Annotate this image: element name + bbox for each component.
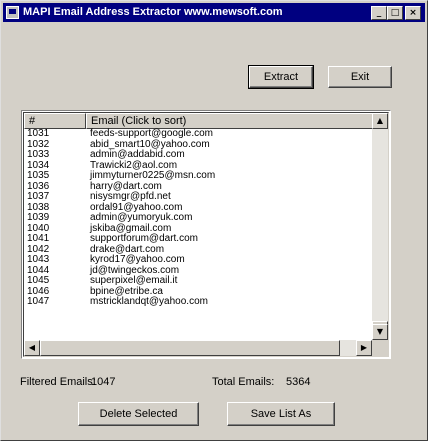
row-email: jimmyturner0225@msn.com bbox=[90, 170, 216, 181]
app-icon[interactable] bbox=[6, 6, 19, 19]
minimize-button[interactable]: _ bbox=[371, 6, 387, 20]
table-row[interactable]: 1041 supportforum@dart.com bbox=[24, 233, 374, 245]
row-number: 1041 bbox=[27, 233, 50, 244]
row-number: 1035 bbox=[27, 170, 50, 181]
vertical-scrollbar[interactable]: ▲ ▼ bbox=[372, 113, 388, 340]
maximize-button[interactable]: □ bbox=[387, 6, 403, 20]
table-row[interactable]: 1040 jskiba@gmail.com bbox=[24, 223, 374, 235]
row-email: supportforum@dart.com bbox=[90, 233, 198, 244]
row-email: admin@yumoryuk.com bbox=[90, 212, 193, 223]
table-row[interactable]: 1033 admin@addabid.com bbox=[24, 149, 374, 161]
total-emails-value: 5364 bbox=[286, 376, 311, 388]
row-number: 1039 bbox=[27, 212, 50, 223]
table-row[interactable]: 1038 ordal91@yahoo.com bbox=[24, 202, 374, 214]
row-email: superpixel@email.it bbox=[90, 275, 178, 286]
title-bar[interactable]: MAPI Email Address Extractor www.mewsoft… bbox=[3, 3, 425, 22]
filtered-emails-value: 1047 bbox=[91, 376, 116, 388]
save-list-button[interactable]: Save List As bbox=[227, 402, 335, 426]
row-number: 1031 bbox=[27, 128, 50, 139]
exit-button[interactable]: Exit bbox=[328, 66, 392, 88]
column-header-number[interactable]: # bbox=[24, 113, 86, 129]
main-window: MAPI Email Address Extractor www.mewsoft… bbox=[0, 0, 428, 441]
table-row[interactable]: 1031 feeds-support@google.com bbox=[24, 128, 374, 140]
email-list-viewport: # Email (Click to sort) 1031 feeds-suppor… bbox=[23, 112, 389, 357]
table-row[interactable]: 1037 nisysmgr@pfd.net bbox=[24, 191, 374, 203]
table-row[interactable]: 1042 drake@dart.com bbox=[24, 244, 374, 256]
table-row[interactable]: 1039 admin@yumoryuk.com bbox=[24, 212, 374, 224]
horizontal-scrollbar[interactable]: ◀ ▶ bbox=[24, 340, 372, 356]
window-title: MAPI Email Address Extractor www.mewsoft… bbox=[23, 6, 283, 18]
row-number: 1037 bbox=[27, 191, 50, 202]
row-number: 1047 bbox=[27, 296, 50, 307]
row-number: 1045 bbox=[27, 275, 50, 286]
close-button[interactable]: × bbox=[405, 6, 421, 20]
scroll-down-button[interactable]: ▼ bbox=[372, 324, 388, 340]
row-number: 1043 bbox=[27, 254, 50, 265]
scroll-right-button[interactable]: ▶ bbox=[356, 340, 372, 356]
scrollbar-corner bbox=[372, 340, 388, 356]
table-row[interactable]: 1043 kyrod17@yahoo.com bbox=[24, 254, 374, 266]
table-row[interactable]: 1035 jimmyturner0225@msn.com bbox=[24, 170, 374, 182]
extract-button[interactable]: Extract bbox=[248, 65, 314, 89]
row-email: nisysmgr@pfd.net bbox=[90, 191, 171, 202]
scroll-up-button[interactable]: ▲ bbox=[372, 113, 388, 129]
scroll-left-button[interactable]: ◀ bbox=[24, 340, 40, 356]
filtered-emails-label: Filtered Emails: bbox=[20, 376, 96, 388]
table-row[interactable]: 1032 abid_smart10@yahoo.com bbox=[24, 139, 374, 151]
row-email: admin@addabid.com bbox=[90, 149, 185, 160]
email-list[interactable]: # Email (Click to sort) 1031 feeds-suppor… bbox=[21, 110, 391, 359]
row-number: 1033 bbox=[27, 149, 50, 160]
table-row[interactable]: 1036 harry@dart.com bbox=[24, 181, 374, 193]
table-row[interactable]: 1047 mstricklandqt@yahoo.com bbox=[24, 296, 374, 308]
total-emails-label: Total Emails: bbox=[212, 376, 275, 388]
email-rows: 1031 feeds-support@google.com 1032 abid_sma… bbox=[24, 128, 374, 308]
table-row[interactable]: 1044 jd@twingeckos.com bbox=[24, 265, 374, 277]
column-header-email[interactable]: Email (Click to sort) bbox=[86, 113, 374, 129]
delete-selected-button[interactable]: Delete Selected bbox=[78, 402, 199, 426]
row-email: kyrod17@yahoo.com bbox=[90, 254, 185, 265]
row-email: mstricklandqt@yahoo.com bbox=[90, 296, 208, 307]
row-email: feeds-support@google.com bbox=[90, 128, 213, 139]
table-row[interactable]: 1045 superpixel@email.it bbox=[24, 275, 374, 287]
horizontal-scroll-thumb[interactable] bbox=[40, 340, 340, 356]
